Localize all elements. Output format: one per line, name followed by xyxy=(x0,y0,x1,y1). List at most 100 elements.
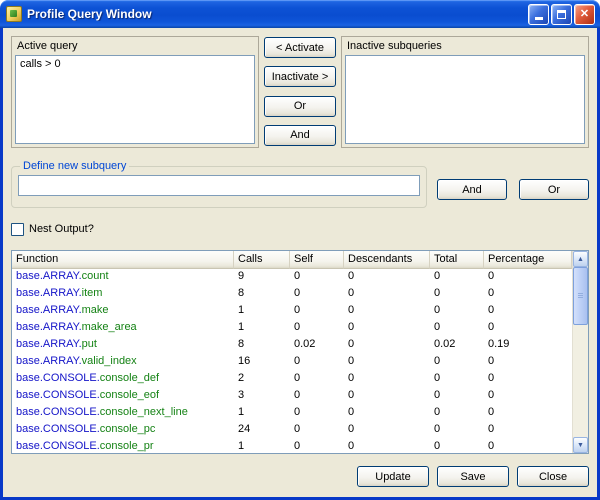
value-cell: 2 xyxy=(234,371,290,388)
subquery-or-button[interactable]: Or xyxy=(519,179,589,200)
value-cell: 1 xyxy=(234,320,290,337)
table-row[interactable]: base.CONSOLE.console_next_line10000 xyxy=(12,405,572,422)
nest-output-checkbox[interactable] xyxy=(11,223,24,236)
value-cell: 9 xyxy=(234,269,290,286)
value-cell: 0 xyxy=(430,303,484,320)
value-cell: 3 xyxy=(234,388,290,405)
function-cell: base.CONSOLE.console_eof xyxy=(12,388,234,405)
value-cell: 0 xyxy=(484,439,572,453)
close-dialog-button[interactable]: Close xyxy=(517,466,589,487)
value-cell: 0.02 xyxy=(430,337,484,354)
value-cell: 0 xyxy=(484,354,572,371)
value-cell: 0 xyxy=(430,354,484,371)
nest-output-option: Nest Output? xyxy=(11,222,589,236)
active-query-list[interactable]: calls > 0 xyxy=(15,55,255,144)
value-cell: 0 xyxy=(484,303,572,320)
value-cell: 0 xyxy=(290,371,344,388)
inactive-subqueries-list[interactable] xyxy=(345,55,585,144)
table-row[interactable]: base.CONSOLE.console_pr10000 xyxy=(12,439,572,453)
table-row[interactable]: base.ARRAY.valid_index160000 xyxy=(12,354,572,371)
table-scrollbar[interactable]: ▲ ▼ xyxy=(572,251,588,453)
value-cell: 0 xyxy=(430,286,484,303)
function-cell: base.ARRAY.put xyxy=(12,337,234,354)
save-button[interactable]: Save xyxy=(437,466,509,487)
value-cell: 0 xyxy=(344,303,430,320)
value-cell: 0 xyxy=(344,337,430,354)
query-section: Active query calls > 0 < Activate Inacti… xyxy=(11,36,589,148)
active-query-label: Active query xyxy=(15,39,255,55)
table-row[interactable]: base.CONSOLE.console_pc240000 xyxy=(12,422,572,439)
value-cell: 8 xyxy=(234,337,290,354)
table-row[interactable]: base.ARRAY.count90000 xyxy=(12,269,572,286)
column-header-percentage[interactable]: Percentage xyxy=(484,251,572,269)
value-cell: 0 xyxy=(290,286,344,303)
profile-table: Function Calls Self Descendants Total Pe… xyxy=(11,250,589,454)
value-cell: 0 xyxy=(344,269,430,286)
scroll-up-button[interactable]: ▲ xyxy=(573,251,588,267)
subquery-and-button[interactable]: And xyxy=(437,179,507,200)
value-cell: 16 xyxy=(234,354,290,371)
value-cell: 0 xyxy=(344,405,430,422)
table-row[interactable]: base.ARRAY.make10000 xyxy=(12,303,572,320)
value-cell: 0 xyxy=(430,320,484,337)
table-row[interactable]: base.CONSOLE.console_def20000 xyxy=(12,371,572,388)
value-cell: 1 xyxy=(234,439,290,453)
scroll-down-button[interactable]: ▼ xyxy=(573,437,588,453)
function-cell: base.CONSOLE.console_pr xyxy=(12,439,234,453)
subquery-section: Define new subquery And Or xyxy=(11,160,589,208)
function-cell: base.ARRAY.make xyxy=(12,303,234,320)
active-query-item[interactable]: calls > 0 xyxy=(20,58,250,70)
query-move-buttons: < Activate Inactivate > Or And xyxy=(259,36,341,148)
window-title: Profile Query Window xyxy=(27,7,526,21)
column-header-descendants[interactable]: Descendants xyxy=(344,251,430,269)
table-row[interactable]: base.ARRAY.item80000 xyxy=(12,286,572,303)
scrollbar-track[interactable] xyxy=(573,267,588,437)
table-header: Function Calls Self Descendants Total Pe… xyxy=(12,251,572,269)
function-cell: base.ARRAY.valid_index xyxy=(12,354,234,371)
value-cell: 0 xyxy=(344,422,430,439)
minimize-button[interactable] xyxy=(528,4,549,25)
column-header-function[interactable]: Function xyxy=(12,251,234,269)
scrollbar-thumb[interactable] xyxy=(573,267,588,325)
maximize-button[interactable] xyxy=(551,4,572,25)
table-row[interactable]: base.CONSOLE.console_eof30000 xyxy=(12,388,572,405)
maximize-icon xyxy=(557,10,566,19)
column-header-total[interactable]: Total xyxy=(430,251,484,269)
value-cell: 0 xyxy=(290,354,344,371)
value-cell: 0 xyxy=(344,320,430,337)
update-button[interactable]: Update xyxy=(357,466,429,487)
value-cell: 0 xyxy=(484,388,572,405)
value-cell: 0 xyxy=(430,439,484,453)
value-cell: 0.19 xyxy=(484,337,572,354)
activate-button[interactable]: < Activate xyxy=(264,37,336,58)
value-cell: 0 xyxy=(290,422,344,439)
value-cell: 0 xyxy=(484,269,572,286)
value-cell: 0 xyxy=(430,388,484,405)
value-cell: 0 xyxy=(290,320,344,337)
define-subquery-groupbox: Define new subquery xyxy=(11,160,427,208)
value-cell: 0 xyxy=(484,286,572,303)
column-header-self[interactable]: Self xyxy=(290,251,344,269)
inactive-subqueries-label: Inactive subqueries xyxy=(345,39,585,55)
column-header-calls[interactable]: Calls xyxy=(234,251,290,269)
table-row[interactable]: base.ARRAY.make_area10000 xyxy=(12,320,572,337)
value-cell: 0 xyxy=(344,371,430,388)
value-cell: 0 xyxy=(290,388,344,405)
table-row[interactable]: base.ARRAY.put80.0200.020.19 xyxy=(12,337,572,354)
and-button[interactable]: And xyxy=(264,125,336,146)
inactivate-button[interactable]: Inactivate > xyxy=(264,66,336,87)
value-cell: 0.02 xyxy=(290,337,344,354)
titlebar[interactable]: Profile Query Window ✕ xyxy=(0,0,600,28)
or-button[interactable]: Or xyxy=(264,96,336,117)
value-cell: 1 xyxy=(234,303,290,320)
value-cell: 0 xyxy=(430,371,484,388)
close-icon: ✕ xyxy=(580,9,589,20)
profile-query-window: Profile Query Window ✕ Active query call… xyxy=(0,0,600,500)
value-cell: 0 xyxy=(484,422,572,439)
value-cell: 8 xyxy=(234,286,290,303)
subquery-input[interactable] xyxy=(18,175,420,196)
value-cell: 0 xyxy=(344,388,430,405)
value-cell: 0 xyxy=(344,286,430,303)
function-cell: base.ARRAY.item xyxy=(12,286,234,303)
close-button[interactable]: ✕ xyxy=(574,4,595,25)
